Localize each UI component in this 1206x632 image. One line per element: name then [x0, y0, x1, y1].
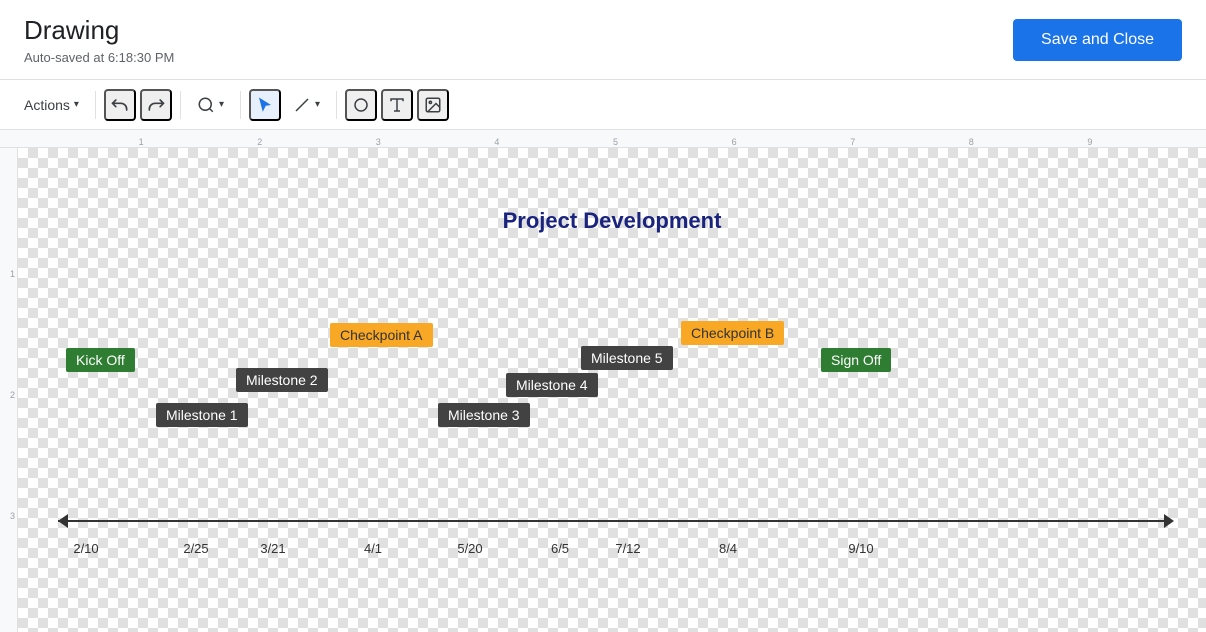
text-tool-button[interactable]	[381, 89, 413, 121]
milestone-box[interactable]: Checkpoint A	[330, 323, 433, 347]
image-tool-button[interactable]	[417, 89, 449, 121]
ruler-content: 1 2 3 4 5 6 7 8 9	[20, 130, 1206, 147]
date-label: 3/21	[260, 541, 285, 556]
toolbar: Actions ▾ ▾ ▾	[0, 80, 1206, 130]
zoom-button[interactable]: ▾	[189, 90, 232, 120]
line-tool-chevron-icon: ▾	[315, 99, 320, 110]
timeline-arrow-right-icon	[1164, 514, 1174, 528]
ruler-v-tick: 1	[10, 269, 15, 279]
date-label: 2/25	[183, 541, 208, 556]
diagram-title: Project Development	[503, 208, 722, 234]
toolbar-divider-4	[336, 91, 337, 119]
date-label: 2/10	[73, 541, 98, 556]
vertical-ruler: 1 2 3	[0, 148, 18, 632]
toolbar-divider-3	[240, 91, 241, 119]
date-label: 7/12	[615, 541, 640, 556]
timeline-arrow-left-icon	[58, 514, 68, 528]
date-label: 5/20	[457, 541, 482, 556]
milestone-box[interactable]: Checkpoint B	[681, 321, 784, 345]
ruler-tick: 7	[850, 137, 855, 147]
redo-icon	[146, 95, 166, 115]
ruler-tick: 8	[969, 137, 974, 147]
ruler-tick: 6	[732, 137, 737, 147]
milestone-box[interactable]: Milestone 5	[581, 346, 673, 370]
toolbar-divider-2	[180, 91, 181, 119]
timeline-line	[58, 520, 1166, 522]
line-tool-button[interactable]: ▾	[285, 90, 328, 120]
milestone-box[interactable]: Milestone 3	[438, 403, 530, 427]
date-label: 9/10	[848, 541, 873, 556]
save-close-button[interactable]: Save and Close	[1013, 19, 1182, 61]
undo-button[interactable]	[104, 89, 136, 121]
redo-button[interactable]	[140, 89, 172, 121]
toolbar-divider-1	[95, 91, 96, 119]
canvas-content: Project Development Kick Off Milestone 1 M…	[18, 148, 1206, 632]
milestone-box[interactable]: Kick Off	[66, 348, 135, 372]
ruler-tick: 2	[257, 137, 262, 147]
ruler-v-tick: 3	[10, 511, 15, 521]
select-tool-button[interactable]	[249, 89, 281, 121]
date-label: 6/5	[551, 541, 569, 556]
actions-menu-button[interactable]: Actions ▾	[16, 91, 87, 119]
app-title: Drawing	[24, 15, 174, 46]
shape-tool-icon	[352, 96, 370, 114]
line-tool-icon	[293, 96, 311, 114]
ruler-tick: 9	[1087, 137, 1092, 147]
select-cursor-icon	[256, 96, 274, 114]
header-left: Drawing Auto-saved at 6:18:30 PM	[24, 15, 174, 65]
milestone-box[interactable]: Milestone 4	[506, 373, 598, 397]
milestone-box[interactable]: Milestone 2	[236, 368, 328, 392]
ruler-tick: 4	[494, 137, 499, 147]
image-tool-icon	[424, 96, 442, 114]
drawing-canvas[interactable]: Project Development Kick Off Milestone 1 M…	[18, 148, 1206, 632]
milestone-box[interactable]: Sign Off	[821, 348, 891, 372]
undo-icon	[110, 95, 130, 115]
actions-chevron-icon: ▾	[74, 99, 79, 110]
date-label: 4/1	[364, 541, 382, 556]
text-tool-icon	[388, 96, 406, 114]
canvas-area[interactable]: 1 2 3 Project Development Kick Off Mileston…	[0, 148, 1206, 632]
ruler-tick: 1	[139, 137, 144, 147]
header: Drawing Auto-saved at 6:18:30 PM Save an…	[0, 0, 1206, 80]
actions-label: Actions	[24, 97, 70, 113]
ruler-v-tick: 2	[10, 390, 15, 400]
zoom-chevron-icon: ▾	[219, 99, 224, 110]
ruler-tick: 3	[376, 137, 381, 147]
shape-tool-button[interactable]	[345, 89, 377, 121]
zoom-icon	[197, 96, 215, 114]
horizontal-ruler: 1 2 3 4 5 6 7 8 9	[0, 130, 1206, 148]
autosave-status: Auto-saved at 6:18:30 PM	[24, 50, 174, 65]
milestone-box[interactable]: Milestone 1	[156, 403, 248, 427]
ruler-tick: 5	[613, 137, 618, 147]
date-label: 8/4	[719, 541, 737, 556]
